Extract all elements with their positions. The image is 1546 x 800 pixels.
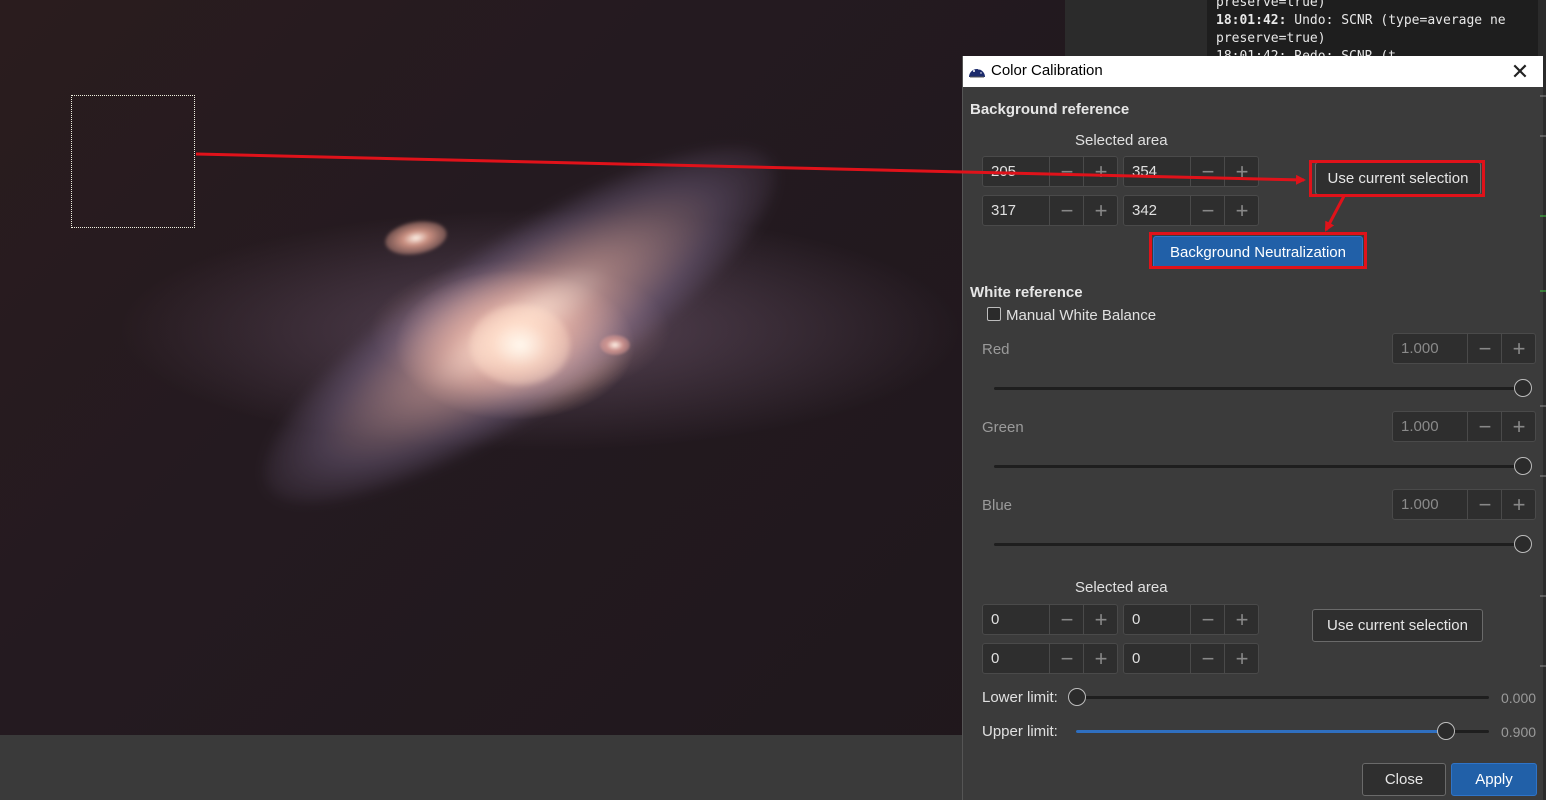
color-calibration-dialog: Color Calibration ✕ Background reference… <box>962 56 1543 800</box>
minus-icon[interactable]: − <box>1049 196 1084 225</box>
bg-selected-area-label: Selected area <box>1075 132 1168 149</box>
minus-icon[interactable]: − <box>1049 644 1084 673</box>
dialog-title: Color Calibration <box>991 62 1103 79</box>
minus-icon[interactable]: − <box>1190 644 1225 673</box>
manual-white-balance-checkbox[interactable] <box>987 307 1001 321</box>
satellite-galaxy <box>382 216 450 260</box>
upper-limit-slider-thumb[interactable] <box>1437 722 1455 740</box>
blue-spinbox[interactable]: 1.000 − + <box>1392 489 1536 520</box>
lower-limit-label: Lower limit: <box>982 689 1058 706</box>
wr-w-spinbox[interactable]: 0 − + <box>982 643 1118 674</box>
wr-selected-area-label: Selected area <box>1075 579 1168 596</box>
wr-use-current-selection-button[interactable]: Use current selection <box>1312 609 1483 642</box>
red-slider-thumb[interactable] <box>1514 379 1532 397</box>
bg-y-spinbox[interactable]: 354 − + <box>1123 156 1259 187</box>
image-canvas[interactable] <box>0 0 1065 735</box>
lower-limit-slider-track[interactable] <box>1076 696 1489 699</box>
blue-label: Blue <box>982 497 1013 514</box>
console-line: preserve=true) <box>1216 0 1326 10</box>
bg-w-value: 317 <box>991 202 1017 219</box>
red-value: 1.000 <box>1401 340 1439 357</box>
console-line: preserve=true) <box>1216 31 1326 46</box>
canvas-bottom-bar <box>0 735 962 800</box>
blue-value: 1.000 <box>1401 496 1439 513</box>
close-icon[interactable]: ✕ <box>1503 58 1537 85</box>
upper-limit-value: 0.900 <box>1501 724 1537 740</box>
manual-white-balance-label: Manual White Balance <box>1006 307 1157 324</box>
bg-x-value: 205 <box>991 163 1017 180</box>
plus-icon[interactable]: + <box>1501 334 1536 363</box>
plus-icon[interactable]: + <box>1501 412 1536 441</box>
plus-icon[interactable]: + <box>1083 644 1118 673</box>
bg-w-spinbox[interactable]: 317 − + <box>982 195 1118 226</box>
canvas-gap <box>1065 0 1207 56</box>
close-button[interactable]: Close <box>1362 763 1446 796</box>
satellite-galaxy <box>600 335 630 355</box>
annotation-highlight <box>1149 232 1367 269</box>
green-value: 1.000 <box>1401 418 1439 435</box>
wr-x-value: 0 <box>991 611 1000 628</box>
wr-x-spinbox[interactable]: 0 − + <box>982 604 1118 635</box>
plus-icon[interactable]: + <box>1083 196 1118 225</box>
plus-icon[interactable]: + <box>1083 157 1118 186</box>
plus-icon[interactable]: + <box>1224 196 1259 225</box>
wr-y-spinbox[interactable]: 0 − + <box>1123 604 1259 635</box>
bg-y-value: 354 <box>1132 163 1158 180</box>
plus-icon[interactable]: + <box>1083 605 1118 634</box>
bg-x-spinbox[interactable]: 205 − + <box>982 156 1118 187</box>
upper-limit-slider-fill <box>1076 730 1448 733</box>
green-spinbox[interactable]: 1.000 − + <box>1392 411 1536 442</box>
minus-icon[interactable]: − <box>1467 412 1502 441</box>
upper-limit-label: Upper limit: <box>982 723 1058 740</box>
red-slider-track[interactable] <box>994 387 1532 390</box>
green-label: Green <box>982 419 1024 436</box>
red-label: Red <box>982 341 1010 358</box>
blue-slider-thumb[interactable] <box>1514 535 1532 553</box>
wr-h-value: 0 <box>1132 650 1141 667</box>
selection-rectangle[interactable] <box>71 95 195 228</box>
panel-edge-markers <box>1540 95 1546 667</box>
background-reference-heading: Background reference <box>970 101 1130 118</box>
apply-button[interactable]: Apply <box>1451 763 1537 796</box>
minus-icon[interactable]: − <box>1049 605 1084 634</box>
plus-icon[interactable]: + <box>1224 157 1259 186</box>
bg-h-spinbox[interactable]: 342 − + <box>1123 195 1259 226</box>
dialog-titlebar[interactable]: Color Calibration ✕ <box>963 56 1543 87</box>
lower-limit-value: 0.000 <box>1501 690 1537 706</box>
white-reference-heading: White reference <box>970 284 1083 301</box>
minus-icon[interactable]: − <box>1190 605 1225 634</box>
siril-app-icon <box>969 68 985 78</box>
bg-h-value: 342 <box>1132 202 1158 219</box>
blue-slider-track[interactable] <box>994 543 1532 546</box>
minus-icon[interactable]: − <box>1190 157 1225 186</box>
minus-icon[interactable]: − <box>1049 157 1084 186</box>
annotation-highlight <box>1309 160 1485 197</box>
galaxy-core <box>470 305 570 385</box>
console-line: 18:01:42: Undo: SCNR (type=average ne <box>1216 13 1506 28</box>
minus-icon[interactable]: − <box>1190 196 1225 225</box>
green-slider-track[interactable] <box>994 465 1532 468</box>
green-slider-thumb[interactable] <box>1514 457 1532 475</box>
wr-y-value: 0 <box>1132 611 1141 628</box>
lower-limit-slider-thumb[interactable] <box>1068 688 1086 706</box>
wr-h-spinbox[interactable]: 0 − + <box>1123 643 1259 674</box>
red-spinbox[interactable]: 1.000 − + <box>1392 333 1536 364</box>
plus-icon[interactable]: + <box>1224 605 1259 634</box>
minus-icon[interactable]: − <box>1467 490 1502 519</box>
wr-w-value: 0 <box>991 650 1000 667</box>
plus-icon[interactable]: + <box>1501 490 1536 519</box>
plus-icon[interactable]: + <box>1224 644 1259 673</box>
minus-icon[interactable]: − <box>1467 334 1502 363</box>
